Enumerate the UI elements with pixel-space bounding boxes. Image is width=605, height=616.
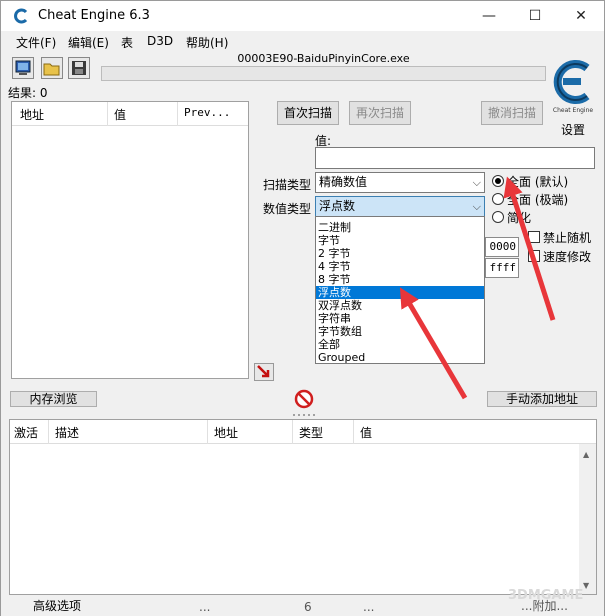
select-process-button[interactable]: [12, 57, 34, 79]
address-list[interactable]: 激活 描述 地址 类型 值 ▲ ▼: [9, 419, 597, 595]
first-scan-button[interactable]: 首次扫描: [277, 101, 339, 125]
add-to-list-button[interactable]: [254, 363, 274, 381]
scan-result-list[interactable]: 地址 值 Prev...: [11, 101, 249, 379]
disable-random-label: 禁止随机: [543, 231, 592, 245]
rounding-extreme-radio[interactable]: [492, 193, 504, 205]
settings-link[interactable]: 设置: [561, 121, 585, 138]
speedhack-label: 速度修改: [543, 250, 592, 264]
column-address[interactable]: 地址: [20, 106, 44, 123]
scroll-down-icon[interactable]: ▼: [583, 581, 589, 590]
speedhack-checkbox[interactable]: [528, 250, 540, 262]
result-list-header: 地址 值 Prev...: [12, 102, 248, 126]
advanced-options-link[interactable]: 高级选项: [33, 597, 81, 614]
stop-icon[interactable]: [294, 389, 314, 409]
menu-table[interactable]: 表: [121, 34, 133, 51]
rounding-simple-radio[interactable]: [492, 211, 504, 223]
menu-bar: 文件(F) 编辑(E) 表 D3D 帮助(H): [1, 32, 604, 52]
scan-type-select[interactable]: 精确数值 ⌵: [315, 172, 485, 193]
dropdown-option[interactable]: Grouped: [316, 351, 484, 364]
column-divider: [177, 102, 178, 126]
disable-random-checkbox[interactable]: [528, 231, 540, 243]
logo-text: Cheat Engine: [553, 107, 593, 114]
folder-open-icon: [43, 63, 60, 76]
partial-text: 6: [304, 600, 312, 614]
column-divider: [207, 420, 208, 444]
floppy-disk-icon: [72, 61, 86, 75]
column-address[interactable]: 地址: [214, 424, 238, 441]
scan-type-value: 精确数值: [319, 175, 368, 189]
dropdown-option[interactable]: 8 字节: [316, 273, 484, 286]
close-button[interactable]: ✕: [558, 1, 604, 31]
dropdown-option[interactable]: 字节数组: [316, 325, 484, 338]
vertical-scrollbar[interactable]: ▲ ▼: [579, 444, 596, 594]
value-type-label: 数值类型: [263, 202, 312, 216]
menu-help[interactable]: 帮助(H): [186, 34, 228, 51]
menu-d3d[interactable]: D3D: [147, 34, 173, 48]
scan-type-label: 扫描类型: [263, 178, 312, 192]
column-value[interactable]: 值: [360, 424, 372, 441]
cheat-engine-logo-icon[interactable]: Cheat Engine: [549, 56, 597, 114]
watermark: 3DMGAME: [508, 588, 584, 603]
rounding-full-label: 全面 (默认): [507, 175, 569, 189]
dropdown-option[interactable]: 浮点数: [316, 286, 484, 299]
dropdown-option[interactable]: 2 字节: [316, 247, 484, 260]
minimize-button[interactable]: —: [466, 1, 512, 31]
add-address-manually-button[interactable]: 手动添加地址: [487, 391, 597, 407]
dropdown-option[interactable]: 双浮点数: [316, 299, 484, 312]
menu-edit[interactable]: 编辑(E): [68, 34, 109, 51]
column-previous[interactable]: Prev...: [184, 106, 230, 119]
memory-view-button[interactable]: 内存浏览: [10, 391, 97, 407]
red-arrow-down-icon: [257, 365, 270, 378]
partial-text: ...: [363, 600, 375, 614]
scroll-up-icon[interactable]: ▲: [583, 450, 589, 459]
stop-address-input[interactable]: ffff: [485, 258, 519, 278]
dropdown-option[interactable]: 字符串: [316, 312, 484, 325]
chevron-down-icon: ⌵: [472, 200, 481, 213]
rounding-extreme-label: 全面 (极端): [507, 193, 569, 207]
column-divider: [353, 420, 354, 444]
save-file-button[interactable]: [68, 57, 90, 79]
cheat-engine-icon: [14, 8, 28, 24]
dropdown-option[interactable]: 二进制: [316, 221, 484, 234]
chevron-down-icon: ⌵: [472, 176, 481, 189]
rounding-simple-label: 简化: [507, 211, 532, 225]
maximize-button[interactable]: ☐: [512, 1, 558, 31]
address-list-header: 激活 描述 地址 类型 值: [10, 420, 596, 444]
next-scan-button[interactable]: 再次扫描: [349, 101, 411, 125]
dropdown-option[interactable]: 4 字节: [316, 260, 484, 273]
column-description[interactable]: 描述: [55, 424, 79, 441]
value-type-dropdown-list[interactable]: 二进制 字节 2 字节 4 字节 8 字节 浮点数 双浮点数 字符串 字节数组 全部 Grouped: [315, 216, 485, 364]
window-title: Cheat Engine 6.3: [38, 8, 150, 23]
menu-file[interactable]: 文件(F): [16, 34, 56, 51]
column-divider: [292, 420, 293, 444]
splitter-handle[interactable]: [291, 413, 317, 417]
results-count: 结果: 0: [8, 86, 48, 100]
start-address-input[interactable]: 0000: [485, 237, 519, 257]
process-name: 00003E90-BaiduPinyinCore.exe: [237, 52, 410, 65]
dropdown-option[interactable]: 字节: [316, 234, 484, 247]
undo-scan-button[interactable]: 撤消扫描: [481, 101, 543, 125]
column-divider: [107, 102, 108, 126]
value-input[interactable]: [315, 147, 595, 169]
partial-text: ...: [199, 600, 211, 614]
open-file-button[interactable]: [41, 57, 63, 79]
cheat-engine-window: Cheat Engine 6.3 — ☐ ✕ 文件(F) 编辑(E) 表 D3D…: [0, 0, 605, 616]
column-divider: [48, 420, 49, 444]
column-type[interactable]: 类型: [299, 424, 323, 441]
dropdown-option[interactable]: 全部: [316, 338, 484, 351]
progress-bar: [101, 66, 546, 81]
column-active[interactable]: 激活: [14, 424, 38, 441]
rounding-full-radio[interactable]: [492, 175, 504, 187]
computer-icon: [15, 60, 31, 75]
value-type-value: 浮点数: [319, 199, 356, 213]
value-type-select[interactable]: 浮点数 ⌵: [315, 196, 485, 217]
column-value[interactable]: 值: [114, 106, 126, 123]
title-bar: Cheat Engine 6.3 — ☐ ✕: [1, 1, 604, 31]
